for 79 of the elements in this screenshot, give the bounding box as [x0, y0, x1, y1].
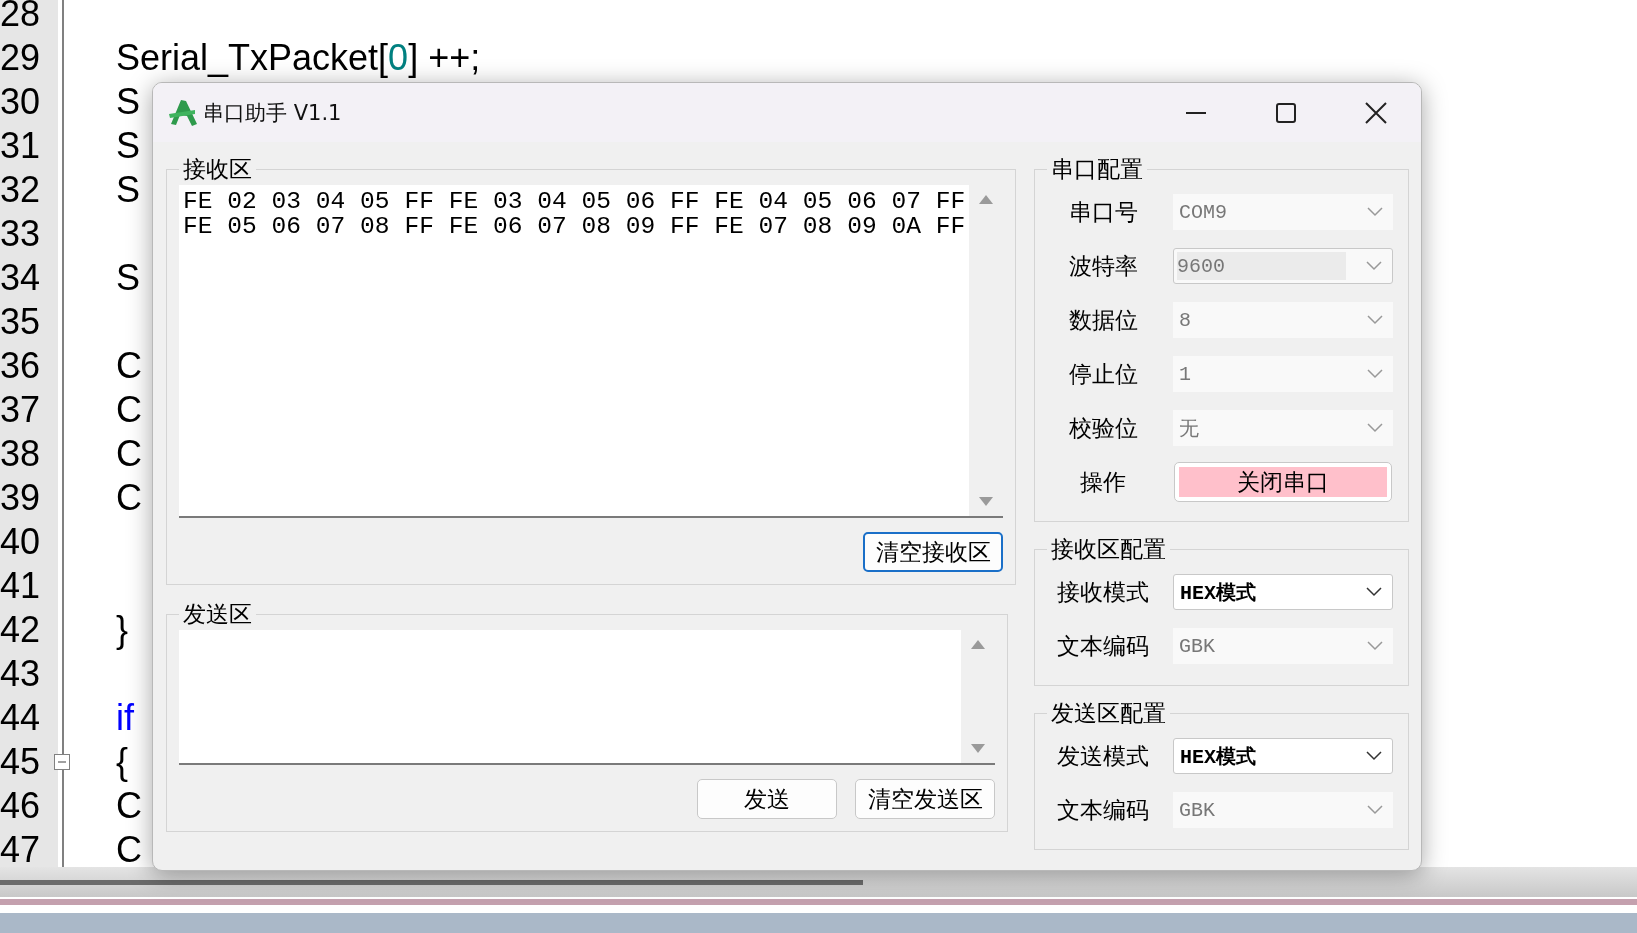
send-button[interactable]: 发送 — [697, 779, 837, 819]
group-title: 接收区 — [182, 155, 253, 184]
line-number: 45 — [0, 741, 41, 783]
code-line: S — [116, 125, 140, 167]
receive-field[interactable]: FE 02 03 04 05 FF FE 03 04 05 06 FF FE 04 05 06 07 FF FE 05 06 07 08 FF FE 06 07 08 09 FF FE 07 08 09 0A FF — [179, 185, 1004, 518]
clear-button[interactable]: 清空发送区 — [855, 779, 995, 819]
chevron-down-icon — [1367, 423, 1383, 433]
line-number: 40 — [0, 521, 41, 563]
line-number: 43 — [0, 653, 41, 695]
chevron-down-icon — [1366, 751, 1382, 761]
maximize-icon[interactable] — [1276, 102, 1296, 123]
close-port-button[interactable]: 关闭串口 — [1174, 462, 1392, 502]
line-number: 37 — [0, 389, 41, 431]
scroll-down-icon[interactable] — [978, 496, 995, 508]
field-label: 操作 — [1079, 467, 1127, 497]
clear-button[interactable]: 清空接收区 — [863, 532, 1004, 572]
field-label: 发送模式 — [1056, 741, 1150, 771]
line-number: 31 — [0, 125, 41, 167]
window-title: 串口助手 V1.1 — [203, 99, 342, 127]
line-number: 34 — [0, 257, 41, 299]
code-line: } — [116, 609, 129, 651]
scroll-up-icon[interactable] — [978, 193, 995, 205]
line-number: 33 — [0, 213, 41, 255]
code-line: Serial_TxPacket[0] ++; — [116, 37, 481, 79]
code-line: if — [116, 697, 134, 739]
line-number: 38 — [0, 433, 41, 475]
code-line: S — [116, 81, 140, 123]
minimize-icon[interactable] — [1186, 111, 1206, 114]
line-number: 35 — [0, 301, 41, 343]
code-line: S — [116, 169, 140, 211]
field-label: 文本编码 — [1056, 795, 1150, 825]
line-number: 47 — [0, 829, 41, 867]
code-line: S — [116, 257, 140, 299]
line-number: 39 — [0, 477, 41, 519]
chevron-down-icon — [1367, 369, 1383, 379]
chevron-down-icon — [1367, 207, 1383, 217]
field-label: 文本编码 — [1056, 631, 1150, 661]
send-field[interactable] — [179, 630, 995, 765]
group-title: 接收区配置 — [1050, 535, 1167, 564]
field-label: 接收模式 — [1056, 577, 1150, 607]
chevron-down-icon — [1367, 641, 1383, 651]
code-line: C — [116, 345, 142, 387]
field-label: 波特率 — [1067, 251, 1139, 281]
line-number: 32 — [0, 169, 41, 211]
field-label: 校验位 — [1067, 413, 1139, 443]
line-number: 29 — [0, 37, 41, 79]
close-icon[interactable] — [1365, 101, 1387, 124]
code-line: { — [116, 741, 129, 783]
received-data-line: FE 05 06 07 08 FF FE 06 07 08 09 FF FE 07 08 09 0A FF — [183, 214, 966, 239]
dropdown[interactable]: HEX模式 — [1173, 738, 1393, 774]
group-title: 发送区配置 — [1050, 699, 1167, 728]
line-number: 42 — [0, 609, 41, 651]
chevron-down-icon — [1366, 261, 1382, 271]
collapse-icon[interactable] — [54, 754, 70, 770]
app-logo-icon — [167, 97, 199, 128]
line-number: 28 — [0, 0, 41, 35]
group-title: 发送区 — [182, 600, 253, 629]
field-label: 数据位 — [1067, 305, 1139, 335]
code-line: C — [116, 433, 142, 475]
line-number: 41 — [0, 565, 41, 607]
received-data-line: FE 02 03 04 05 FF FE 03 04 05 06 FF FE 04 05 06 07 FF — [183, 189, 966, 214]
scrollbar-thumb[interactable] — [0, 879, 863, 885]
field-label: 串口号 — [1067, 197, 1139, 227]
line-number: 36 — [0, 345, 41, 387]
code-line: C — [116, 477, 142, 519]
code-line: C — [116, 389, 142, 431]
scroll-down-icon[interactable] — [970, 743, 986, 755]
line-number: 46 — [0, 785, 41, 827]
line-number: 44 — [0, 697, 41, 739]
code-line: C — [116, 785, 142, 827]
dropdown[interactable]: HEX模式 — [1173, 574, 1393, 610]
chevron-down-icon — [1366, 587, 1382, 597]
chevron-down-icon — [1367, 805, 1383, 815]
group-title: 串口配置 — [1050, 155, 1144, 184]
field-label: 停止位 — [1067, 359, 1139, 389]
code-line: C — [116, 829, 142, 867]
line-number: 30 — [0, 81, 41, 123]
chevron-down-icon — [1367, 315, 1383, 325]
scroll-up-icon[interactable] — [970, 638, 986, 650]
